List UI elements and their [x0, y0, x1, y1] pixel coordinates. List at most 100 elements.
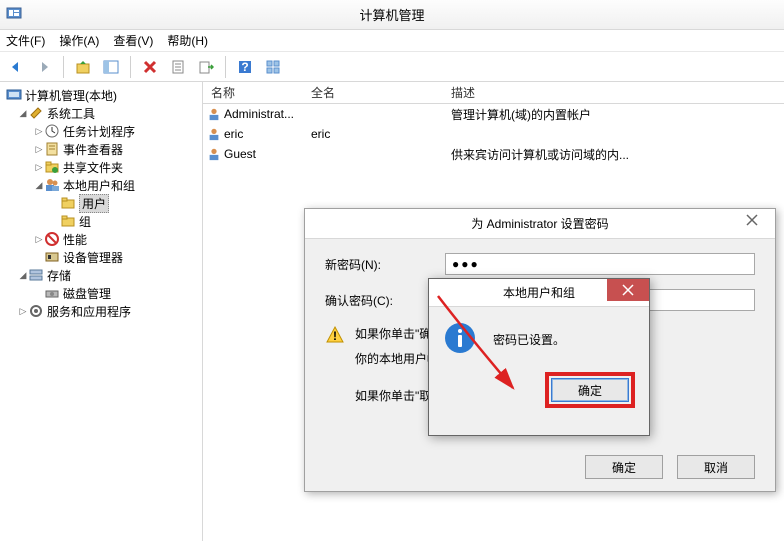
list-row[interactable]: Administrat... 管理计算机(域)的内置帐户: [203, 104, 784, 124]
col-name[interactable]: 名称: [203, 84, 303, 101]
tree-performance[interactable]: ▷ 性能: [30, 230, 200, 248]
expand-arrow-icon: ▷: [34, 126, 44, 137]
tree-system-tools[interactable]: ◢ 系统工具: [14, 104, 200, 122]
cancel-button[interactable]: 取消: [677, 455, 755, 479]
tree-pane: 计算机管理(本地) ◢ 系统工具 ▷ 任务计划程序 ▷ 事件查看器 ▷ 共享文件夹 ◢ 本…: [0, 82, 203, 541]
row-name: eric: [224, 127, 243, 141]
expand-arrow-icon: ◢: [18, 108, 28, 119]
clock-icon: [44, 123, 60, 139]
svg-text:?: ?: [241, 60, 248, 74]
tree-label: 计算机管理(本地): [25, 87, 117, 104]
tree-label: 事件查看器: [63, 141, 123, 158]
col-fullname[interactable]: 全名: [303, 84, 443, 101]
expand-arrow-icon: ◢: [18, 270, 28, 281]
confirm-password-label: 确认密码(C):: [325, 292, 445, 309]
password-set-msgbox: 本地用户和组 密码已设置。 确定: [428, 278, 650, 436]
tree-users[interactable]: 用户: [46, 194, 200, 212]
computer-icon: [6, 87, 22, 103]
dialog-title: 为 Administrator 设置密码: [471, 215, 608, 232]
new-password-label: 新密码(N):: [325, 256, 445, 273]
help-button[interactable]: ?: [233, 55, 257, 79]
main-titlebar: 计算机管理: [0, 0, 784, 30]
tree-label: 任务计划程序: [63, 123, 135, 140]
tree-label: 本地用户和组: [63, 177, 135, 194]
menu-file[interactable]: 文件(F): [6, 32, 45, 49]
list-row[interactable]: eric eric: [203, 124, 784, 144]
shared-folder-icon: [44, 159, 60, 175]
tree-services-apps[interactable]: ▷ 服务和应用程序: [14, 302, 200, 320]
app-icon: [6, 6, 22, 22]
row-fullname: eric: [303, 127, 443, 141]
tile-button[interactable]: [261, 55, 285, 79]
tree-label: 存储: [47, 267, 71, 284]
forward-button[interactable]: [32, 55, 56, 79]
wrench-icon: [28, 105, 44, 121]
user-icon: [207, 147, 221, 161]
msgbox-title: 本地用户和组: [503, 284, 575, 301]
tree-root[interactable]: 计算机管理(本地): [2, 86, 200, 104]
dialog-titlebar[interactable]: 为 Administrator 设置密码: [305, 209, 775, 239]
properties-button[interactable]: [166, 55, 190, 79]
event-icon: [44, 141, 60, 157]
user-icon: [207, 127, 221, 141]
tree-local-users-groups[interactable]: ◢ 本地用户和组: [30, 176, 200, 194]
folder-icon: [60, 195, 76, 211]
msgbox-text: 密码已设置。: [493, 331, 565, 348]
tree-device-manager[interactable]: 设备管理器: [30, 248, 200, 266]
tree-label: 性能: [63, 231, 87, 248]
export-button[interactable]: [194, 55, 218, 79]
tree-task-scheduler[interactable]: ▷ 任务计划程序: [30, 122, 200, 140]
tree-label: 共享文件夹: [63, 159, 123, 176]
info-icon: [443, 321, 477, 358]
col-desc[interactable]: 描述: [443, 84, 784, 101]
tree-label: 服务和应用程序: [47, 303, 131, 320]
services-icon: [28, 303, 44, 319]
users-icon: [44, 177, 60, 193]
tree-label: 组: [79, 213, 91, 230]
tree-event-viewer[interactable]: ▷ 事件查看器: [30, 140, 200, 158]
menubar: 文件(F) 操作(A) 查看(V) 帮助(H): [0, 30, 784, 52]
ok-button[interactable]: 确定: [585, 455, 663, 479]
new-password-input[interactable]: [445, 253, 755, 275]
list-header: 名称 全名 描述: [203, 82, 784, 104]
expand-arrow-icon: ▷: [34, 162, 44, 173]
svg-text:!: !: [333, 329, 337, 343]
expand-arrow-icon: ◢: [34, 180, 44, 191]
disk-icon: [44, 285, 60, 301]
tree-storage[interactable]: ◢ 存储: [14, 266, 200, 284]
show-hide-tree-button[interactable]: [99, 55, 123, 79]
tree-label: 用户: [79, 194, 109, 213]
row-desc: 管理计算机(域)的内置帐户: [443, 106, 784, 123]
row-name: Administrat...: [224, 107, 294, 121]
user-icon: [207, 107, 221, 121]
row-desc: 供来宾访问计算机或访问域的内...: [443, 146, 784, 163]
storage-icon: [28, 267, 44, 283]
up-button[interactable]: [71, 55, 95, 79]
performance-icon: [44, 231, 60, 247]
folder-icon: [60, 213, 76, 229]
window-title: 计算机管理: [359, 5, 424, 24]
delete-button[interactable]: [138, 55, 162, 79]
msgbox-titlebar[interactable]: 本地用户和组: [429, 279, 649, 307]
tree-label: 系统工具: [47, 105, 95, 122]
tree-disk-mgmt[interactable]: 磁盘管理: [30, 284, 200, 302]
tree-groups[interactable]: 组: [46, 212, 200, 230]
menu-help[interactable]: 帮助(H): [167, 32, 208, 49]
list-row[interactable]: Guest 供来宾访问计算机或访问域的内...: [203, 144, 784, 164]
close-button[interactable]: [607, 279, 649, 301]
row-name: Guest: [224, 147, 256, 161]
ok-button[interactable]: 确定: [551, 378, 629, 402]
expand-arrow-icon: ▷: [18, 306, 28, 317]
warning-icon: !: [325, 325, 345, 348]
menu-view[interactable]: 查看(V): [113, 32, 153, 49]
annotation-highlight: 确定: [545, 372, 635, 408]
device-icon: [44, 249, 60, 265]
menu-action[interactable]: 操作(A): [59, 32, 99, 49]
expand-arrow-icon: ▷: [34, 144, 44, 155]
toolbar: ?: [0, 52, 784, 82]
back-button[interactable]: [4, 55, 28, 79]
close-button[interactable]: [729, 209, 775, 231]
expand-arrow-icon: ▷: [34, 234, 44, 245]
tree-shared-folders[interactable]: ▷ 共享文件夹: [30, 158, 200, 176]
tree-label: 设备管理器: [63, 249, 123, 266]
